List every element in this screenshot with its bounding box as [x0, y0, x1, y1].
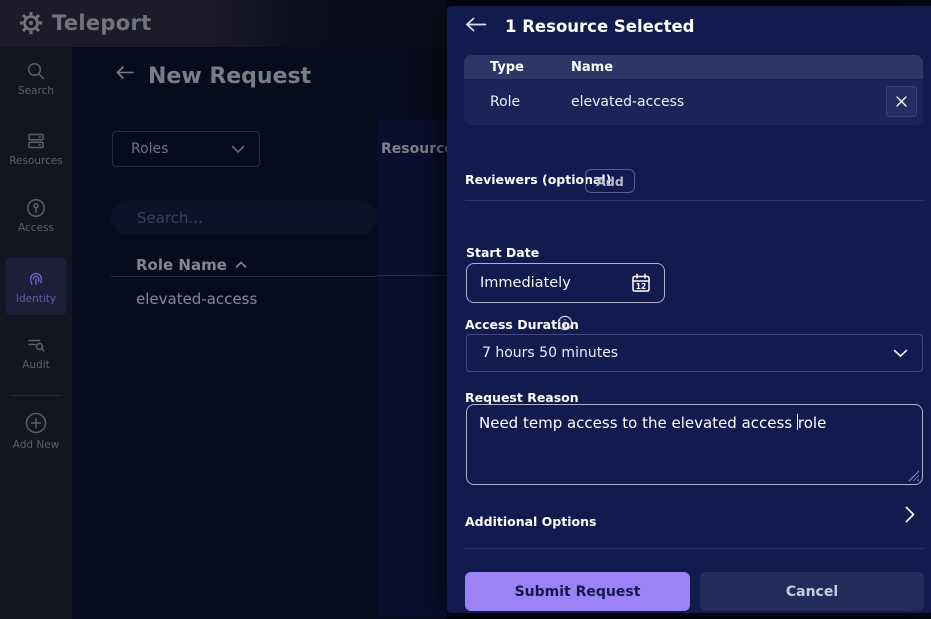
topbar: Teleport	[0, 0, 447, 47]
resize-handle[interactable]	[908, 470, 919, 481]
column-header-type: Type	[464, 60, 571, 75]
sidebar-item-label: Add New	[0, 439, 72, 451]
sidebar-item-label: Identity	[5, 293, 67, 305]
request-reason-textarea[interactable]: Need temp access to the elevated access …	[466, 404, 923, 485]
chevron-down-icon	[231, 145, 245, 154]
section-divider	[465, 200, 923, 201]
sidebar-item-add-new[interactable]: Add New	[0, 410, 72, 451]
resources-panel-divider	[377, 275, 447, 276]
sidebar-item-search[interactable]: Search	[0, 60, 72, 97]
table-header-underline	[111, 276, 377, 277]
cancel-button[interactable]: Cancel	[700, 572, 924, 611]
sidebar: Search Resources Access	[0, 47, 72, 619]
resource-name-cell: elevated-access	[571, 94, 684, 110]
resource-request-drawer: 1 Resource Selected Type Name Role eleva…	[447, 6, 931, 613]
fingerprint-icon	[5, 268, 67, 290]
category-dropdown-value: Roles	[131, 141, 168, 157]
sort-ascending-icon	[235, 261, 247, 269]
list-search-icon	[0, 334, 72, 356]
drawer-title: 1 Resource Selected	[505, 17, 694, 36]
request-reason-text: Need temp access to the elevated access	[479, 414, 797, 432]
resources-panel: Resources	[377, 120, 447, 617]
page-title: New Request	[148, 64, 311, 89]
calendar-icon[interactable]: 12	[630, 272, 652, 294]
brand-name: Teleport	[52, 11, 151, 35]
sidebar-item-label: Audit	[0, 359, 72, 371]
sidebar-item-access[interactable]: Access	[0, 197, 72, 234]
column-header-name: Name	[571, 60, 613, 75]
role-name-column-header[interactable]: Role Name	[136, 256, 247, 274]
start-date-value: Immediately	[480, 275, 571, 291]
search-icon	[0, 60, 72, 82]
resource-type-cell: Role	[464, 94, 571, 110]
sidebar-item-identity[interactable]: Identity	[5, 258, 67, 315]
calendar-day-number: 12	[636, 282, 646, 291]
sidebar-item-label: Access	[0, 222, 72, 234]
request-reason-text: role	[798, 414, 826, 432]
chevron-down-icon	[893, 349, 908, 358]
table-row: Role elevated-access	[464, 79, 923, 125]
plus-circle-icon	[0, 410, 72, 436]
sidebar-item-resources[interactable]: Resources	[0, 130, 72, 167]
access-duration-select[interactable]: 7 hours 50 minutes	[466, 334, 923, 372]
close-icon	[895, 95, 908, 108]
add-reviewer-button[interactable]: Add	[585, 169, 635, 193]
access-duration-value: 7 hours 50 minutes	[482, 345, 618, 361]
selected-table-header: Type Name	[464, 55, 923, 79]
gear-logo-icon	[18, 10, 44, 36]
sidebar-item-label: Search	[0, 85, 72, 97]
sidebar-item-label: Resources	[0, 155, 72, 167]
main-content: New Request Roles Resources Role Name el…	[72, 47, 447, 619]
servers-icon	[0, 130, 72, 152]
submit-request-button[interactable]: Submit Request	[465, 572, 690, 611]
sidebar-item-audit[interactable]: Audit	[0, 334, 72, 371]
start-date-label: Start Date	[466, 245, 539, 260]
chevron-right-icon[interactable]	[905, 506, 915, 523]
resources-panel-heading: Resources	[381, 141, 447, 157]
teleport-logo[interactable]: Teleport	[18, 10, 151, 36]
additional-options-label: Additional Options	[465, 514, 596, 529]
sidebar-divider	[12, 395, 60, 396]
drawer-back-arrow-icon[interactable]	[464, 16, 488, 33]
remove-resource-button[interactable]	[886, 86, 917, 117]
start-date-field[interactable]: Immediately 12	[466, 263, 665, 303]
table-row[interactable]: elevated-access	[136, 290, 257, 308]
back-arrow-icon[interactable]	[115, 65, 135, 80]
section-divider	[465, 548, 923, 549]
request-reason-label: Request Reason	[465, 390, 579, 405]
keyhole-icon	[0, 197, 72, 219]
search-input[interactable]	[111, 200, 377, 235]
category-dropdown[interactable]: Roles	[112, 131, 260, 167]
info-icon[interactable]	[557, 315, 573, 331]
selected-resources-table: Type Name Role elevated-access	[464, 55, 923, 125]
